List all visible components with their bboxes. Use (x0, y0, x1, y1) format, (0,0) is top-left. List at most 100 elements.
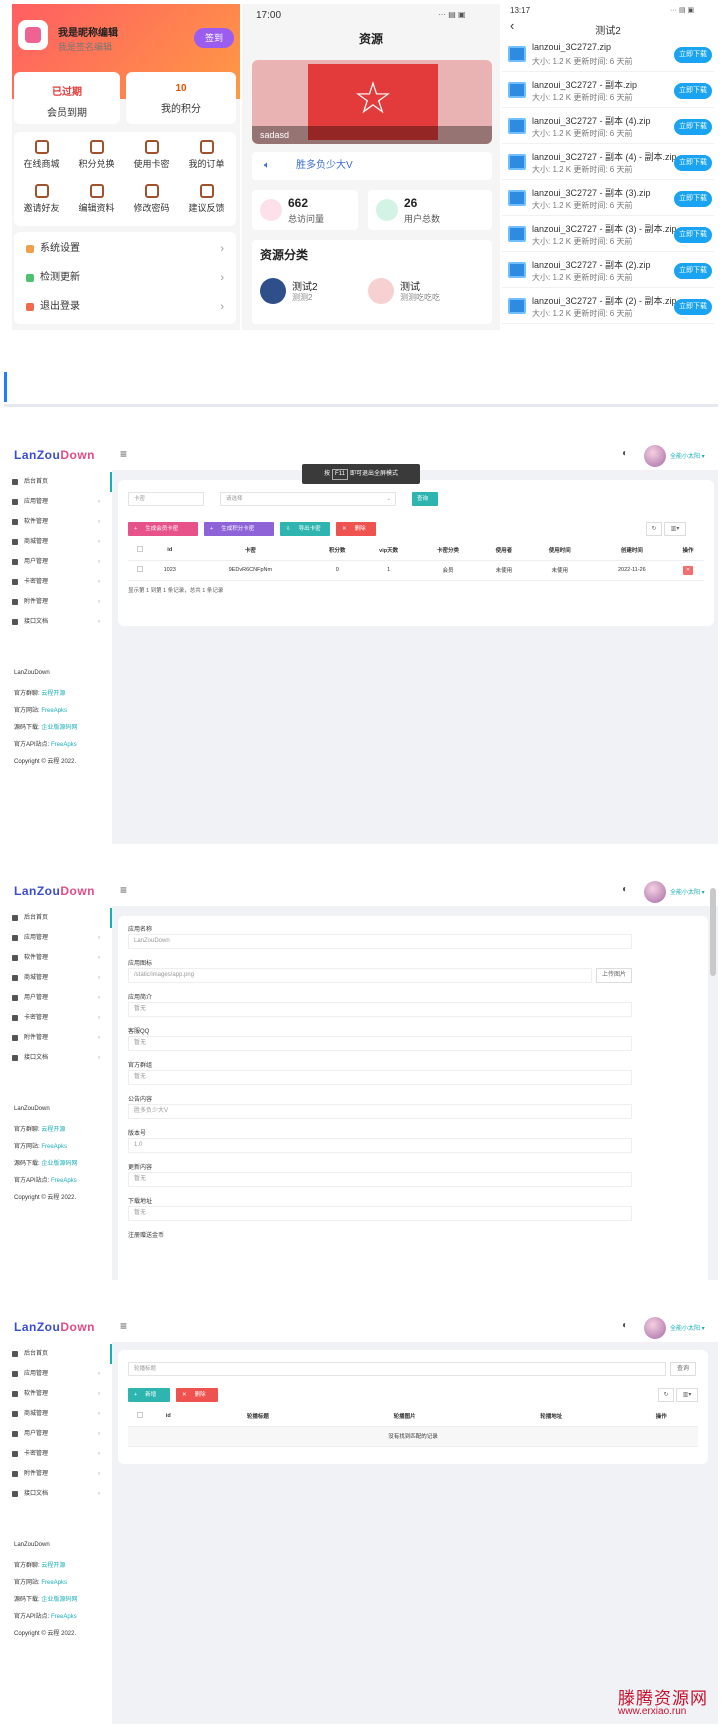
footer-link[interactable]: 云程开源 (41, 1127, 65, 1133)
sidebar-item[interactable]: 后台首页 (4, 908, 112, 928)
sidebar-item[interactable]: 接口文档 › (4, 612, 112, 632)
download-button[interactable]: 立即下载 (674, 119, 712, 135)
category-item[interactable]: 测试2 测测2 (260, 278, 360, 308)
logo[interactable]: LanZouDown (14, 884, 95, 898)
column-header[interactable]: 创建时间 (591, 540, 673, 561)
delete-button[interactable]: ✕ 删除 (176, 1388, 218, 1402)
sidebar-item[interactable]: 接口文档 › (4, 1048, 112, 1068)
field-input[interactable]: /static/images/app.png (128, 968, 592, 983)
field-input[interactable]: 暂无 (128, 1206, 632, 1221)
menu-system-settings[interactable]: 系统设置 › (14, 234, 236, 264)
username-dropdown[interactable]: 全能小太阳 ▾ (670, 887, 705, 896)
avatar[interactable] (18, 20, 48, 50)
category-select[interactable]: 请选择 ⌄ (220, 492, 396, 506)
avatar[interactable] (644, 445, 666, 467)
banner-carousel[interactable]: ☆ sadasd (252, 60, 492, 144)
scrollbar-thumb[interactable] (710, 888, 716, 976)
sidebar-item[interactable]: 软件管理 › (4, 512, 112, 532)
card-search-input[interactable]: 卡密 (128, 492, 204, 506)
refresh-icon[interactable]: ↻ (658, 1388, 674, 1402)
footer-link[interactable]: 云程开源 (41, 1563, 65, 1569)
username-dropdown[interactable]: 全能小太阳 ▾ (670, 1323, 705, 1332)
sidebar-item[interactable]: 接口文档 › (4, 1484, 112, 1504)
download-button[interactable]: 立即下载 (674, 299, 712, 315)
refresh-icon[interactable]: ↻ (646, 522, 662, 536)
grid-item-feedback[interactable]: 建议反馈 (179, 180, 234, 222)
sidebar-item[interactable]: 应用管理 › (4, 492, 112, 512)
sidebar-item[interactable]: 用户管理 › (4, 552, 112, 572)
file-list-item[interactable]: lanzoui_3C2727 - 副本 (3) - 副本.zip 大小: 1.2 … (502, 218, 714, 252)
sidebar-item[interactable]: 商城管理 › (4, 968, 112, 988)
menu-check-update[interactable]: 检测更新 › (14, 263, 236, 293)
column-header[interactable]: 卡密分类 (416, 540, 480, 561)
points-card[interactable]: 10 我的积分 (126, 72, 236, 124)
footer-link[interactable]: FreeApks (41, 1580, 67, 1586)
sidebar-item[interactable]: 商城管理 › (4, 532, 112, 552)
username-dropdown[interactable]: 全能小太阳 ▾ (670, 451, 705, 460)
generate-member-card-button[interactable]: + 生成会员卡密 (128, 522, 198, 536)
select-all-checkbox[interactable] (137, 1411, 143, 1418)
column-header[interactable]: id (152, 1406, 185, 1427)
footer-link[interactable]: FreeApks (51, 742, 77, 748)
download-button[interactable]: 立即下载 (674, 155, 712, 171)
field-input[interactable]: 1.0 (128, 1138, 632, 1153)
sidebar-item[interactable]: 卡密管理 › (4, 572, 112, 592)
footer-link[interactable]: 云程开源 (41, 691, 65, 697)
grid-item-shop[interactable]: 在线商城 (14, 136, 69, 178)
menu-toggle-icon[interactable]: ≡ (120, 447, 127, 461)
sidebar-item[interactable]: 商城管理 › (4, 1404, 112, 1424)
logo[interactable]: LanZouDown (14, 448, 95, 462)
download-button[interactable]: 立即下载 (674, 47, 712, 63)
field-input[interactable]: LanZouDown (128, 934, 632, 949)
generate-points-card-button[interactable]: + 生成积分卡密 (204, 522, 274, 536)
sidebar-item[interactable]: 软件管理 › (4, 948, 112, 968)
download-button[interactable]: 立即下载 (674, 227, 712, 243)
sidebar-item[interactable]: 附件管理 › (4, 1028, 112, 1048)
grid-item-invite[interactable]: 邀请好友 (14, 180, 69, 222)
delete-button[interactable]: ✕ 删除 (336, 522, 376, 536)
field-input[interactable]: 胜多负少大V (128, 1104, 632, 1119)
logo[interactable]: LanZouDown (14, 1320, 95, 1334)
sidebar-item[interactable]: 附件管理 › (4, 1464, 112, 1484)
column-header[interactable]: 轮播标题 (184, 1406, 332, 1427)
row-checkbox[interactable] (137, 566, 143, 572)
sidebar-item[interactable]: 应用管理 › (4, 1364, 112, 1384)
field-input[interactable]: 暂无 (128, 1172, 632, 1187)
sidebar-item[interactable]: 卡密管理 › (4, 1008, 112, 1028)
menu-toggle-icon[interactable]: ≡ (120, 1319, 127, 1333)
file-list-item[interactable]: lanzoui_3C2727 - 副本 (3).zip 大小: 1.2 K 更新时… (502, 182, 714, 216)
grid-item-change-password[interactable]: 修改密码 (124, 180, 179, 222)
download-button[interactable]: 立即下载 (674, 191, 712, 207)
delete-row-icon[interactable]: ✕ (683, 565, 693, 575)
sidebar-item[interactable]: 后台首页 (4, 472, 112, 492)
member-card[interactable]: 已过期 会员到期 (14, 72, 120, 124)
upload-image-button[interactable]: 上传图片 (596, 968, 632, 983)
file-list-item[interactable]: lanzoui_3C2727 - 副本.zip 大小: 1.2 K 更新时间: 6… (502, 74, 714, 108)
grid-item-orders[interactable]: 我的订单 (179, 136, 234, 178)
column-header[interactable]: id (152, 540, 188, 561)
field-input[interactable]: 暂无 (128, 1070, 632, 1085)
field-input[interactable]: 暂无 (128, 1036, 632, 1051)
carousel-search-input[interactable]: 轮播标题 (128, 1362, 666, 1376)
file-list-item[interactable]: lanzoui_3C2727 - 副本 (4).zip 大小: 1.2 K 更新时… (502, 110, 714, 144)
footer-link[interactable]: 企业版源码网 (41, 1161, 77, 1167)
column-header[interactable]: 使用时间 (527, 540, 592, 561)
footer-link[interactable]: FreeApks (41, 708, 67, 714)
column-header[interactable]: 积分数 (313, 540, 362, 561)
sidebar-item[interactable]: 后台首页 (4, 1344, 112, 1364)
sidebar-item[interactable]: 用户管理 › (4, 1424, 112, 1444)
theme-palette-icon[interactable]: ◐ (622, 1320, 628, 1331)
download-button[interactable]: 立即下载 (674, 263, 712, 279)
select-all-checkbox[interactable] (137, 545, 143, 552)
sidebar-item[interactable]: 软件管理 › (4, 1384, 112, 1404)
add-button[interactable]: + 新增 (128, 1388, 170, 1402)
column-header[interactable]: 卡密 (187, 540, 314, 561)
column-header[interactable]: 轮播地址 (477, 1406, 625, 1427)
column-header[interactable]: 轮播图片 (331, 1406, 478, 1427)
theme-palette-icon[interactable]: ◐ (622, 448, 628, 459)
file-list-item[interactable]: lanzoui_3C2727 - 副本 (4) - 副本.zip 大小: 1.2 … (502, 146, 714, 180)
footer-link[interactable]: 企业版源码网 (41, 1597, 77, 1603)
column-header[interactable]: 使用者 (479, 540, 528, 561)
sidebar-item[interactable]: 卡密管理 › (4, 1444, 112, 1464)
column-header[interactable]: vip天数 (361, 540, 417, 561)
